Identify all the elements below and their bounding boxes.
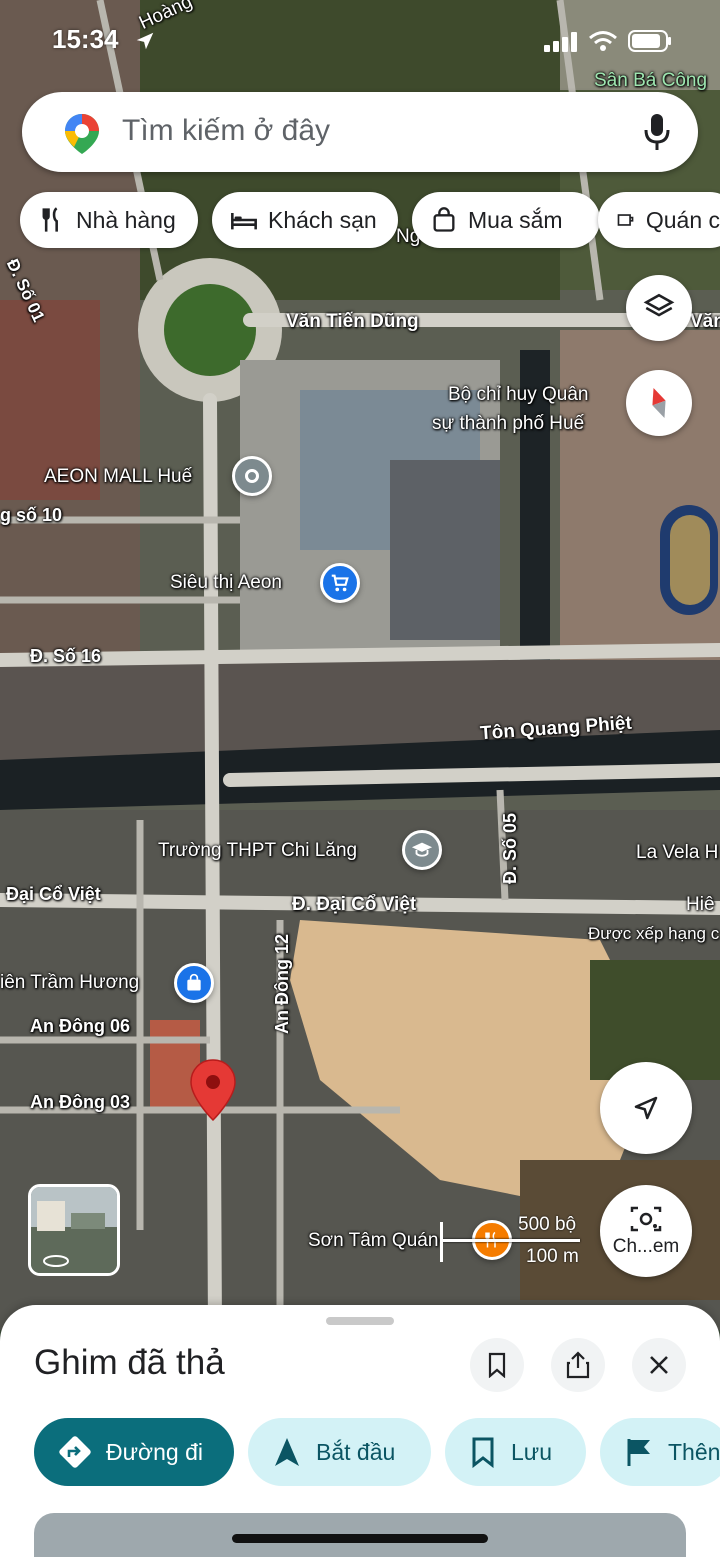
directions-label: Đường đi [106, 1438, 203, 1465]
sheet-drag-handle[interactable] [326, 1317, 394, 1325]
chip-label: Nhà hàng [76, 206, 176, 233]
map-label-so-05: Đ. Số 05 [500, 812, 520, 884]
map-label-van-right: Văn [690, 311, 720, 332]
bookmark-icon [472, 1437, 494, 1468]
hotel-icon [231, 213, 257, 230]
shopping-cart-icon[interactable] [320, 563, 360, 603]
search-bar[interactable]: Tìm kiếm ở đây [22, 92, 698, 172]
school-icon[interactable] [402, 830, 442, 870]
compass-icon [652, 387, 666, 419]
map-label-dai-co-viet: Đ. Đại Cổ Việt [292, 894, 417, 915]
map-view[interactable]: Hoàng Sân Bá Công Ng Đ. Số 01 Văn Tiến D… [0, 0, 720, 1330]
google-maps-logo-icon [65, 114, 99, 154]
flag-icon [627, 1439, 650, 1466]
directions-icon [59, 1436, 91, 1468]
map-label-sieu-thi-aeon[interactable]: Siêu thị Aeon [170, 572, 282, 594]
shopping-bag-poi-icon[interactable] [174, 963, 214, 1003]
map-label-duoc-xep-hang: Được xếp hạng c [588, 924, 720, 943]
microphone-icon[interactable] [642, 112, 672, 152]
camera-search-button[interactable]: Ch...em [600, 1185, 692, 1277]
map-label-la-vela[interactable]: La Vela H [636, 842, 718, 864]
battery-icon [628, 30, 671, 52]
chip-label: Quán c [645, 206, 720, 233]
home-indicator[interactable] [232, 1534, 488, 1543]
map-label-so-10: g số 10 [0, 505, 63, 525]
chip-label: Khách sạn [268, 206, 377, 233]
chip-cafes[interactable]: Quán c [598, 192, 720, 248]
status-time: 15:34 [52, 24, 119, 54]
my-location-button[interactable] [600, 1062, 692, 1154]
street-view-thumbnail[interactable] [28, 1184, 120, 1276]
map-label-bo-chi-huy-2[interactable]: sự thành phố Huế [432, 413, 584, 435]
scale-metric: 100 m [526, 1246, 579, 1267]
location-arrow-icon [136, 32, 154, 50]
place-title: Ghim đã thả [34, 1343, 225, 1382]
close-button[interactable] [632, 1338, 686, 1392]
aeon-mall-pin-icon[interactable] [232, 456, 272, 496]
place-bottom-sheet[interactable]: Ghim đã thả Đường đi Bắt đầu Lưu Thên [0, 1305, 720, 1557]
save-label: Lưu [511, 1438, 552, 1465]
navigation-arrow-outline-icon [634, 1096, 658, 1120]
more-label: Thên [668, 1438, 720, 1465]
close-icon [650, 1356, 668, 1374]
shopping-bag-icon [433, 207, 455, 232]
save-button[interactable]: Lưu [445, 1418, 586, 1486]
map-label-truong-thpt[interactable]: Trường THPT Chi Lăng [158, 840, 357, 862]
map-label-so-16: Đ. Số 16 [30, 646, 102, 666]
save-icon-button[interactable] [470, 1338, 524, 1392]
chip-restaurants[interactable]: Nhà hàng [20, 192, 198, 248]
search-input[interactable]: Tìm kiếm ở đây [122, 114, 330, 148]
chip-label: Mua sắm [468, 206, 563, 233]
share-button[interactable] [551, 1338, 605, 1392]
map-label-tram-huong[interactable]: iên Trầm Hương [0, 972, 139, 994]
category-chips: Nhà hàng Khách sạn Mua sắm Quán c [20, 192, 720, 248]
map-label-san-ba-cong[interactable]: Sân Bá Công [594, 70, 707, 92]
camera-search-label: Ch...em [612, 1236, 680, 1257]
share-icon [566, 1351, 590, 1379]
scale-imperial: 500 bộ [518, 1214, 577, 1235]
restaurant-icon [42, 207, 58, 232]
map-label-an-dong-03: An Đông 03 [30, 1092, 131, 1112]
navigation-arrow-icon [275, 1438, 299, 1466]
map-label-an-dong-06: An Đông 06 [30, 1016, 131, 1036]
chip-hotels[interactable]: Khách sạn [212, 192, 398, 248]
more-button[interactable]: Thên [600, 1418, 720, 1486]
coffee-icon [617, 214, 634, 226]
chip-shopping[interactable]: Mua sắm [412, 192, 600, 248]
map-label-aeon-mall[interactable]: AEON MALL Huế [44, 466, 192, 488]
map-label-bo-chi-huy-1[interactable]: Bộ chỉ huy Quân [448, 384, 588, 406]
start-button[interactable]: Bắt đầu [248, 1418, 431, 1486]
map-label-dai-co-viet-left: Đại Cổ Việt [6, 884, 101, 904]
layers-icon [643, 293, 675, 317]
map-label-van-tien-dung: Văn Tiến Dũng [286, 311, 419, 332]
camera-lens-icon [630, 1206, 662, 1232]
status-bar: 15:34 [0, 22, 720, 62]
wifi-icon [589, 31, 617, 51]
map-label-an-dong-12: An Đông 12 [272, 933, 292, 1034]
map-scale-bar: 500 bộ 100 m [440, 1214, 585, 1270]
layers-button[interactable] [626, 275, 692, 341]
bookmark-outline-icon [488, 1352, 506, 1378]
map-label-hie: Hiê [686, 894, 715, 915]
compass-button[interactable] [626, 370, 692, 436]
dropped-pin-icon[interactable] [189, 1058, 237, 1124]
map-label-son-tam-quan[interactable]: Sơn Tâm Quán [308, 1230, 438, 1252]
cellular-signal-icon [544, 32, 577, 52]
action-buttons-row: Đường đi Bắt đầu Lưu Thên [0, 1418, 720, 1486]
directions-button[interactable]: Đường đi [34, 1418, 234, 1486]
start-label: Bắt đầu [316, 1438, 396, 1465]
